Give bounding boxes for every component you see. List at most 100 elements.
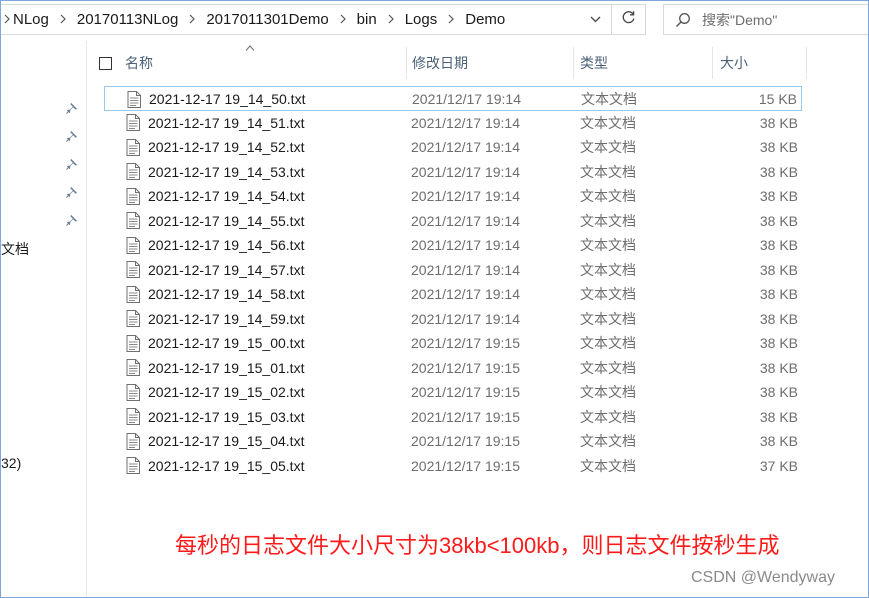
text-file-icon — [126, 454, 140, 479]
pin-icon[interactable] — [65, 157, 79, 171]
select-all-checkbox[interactable] — [99, 56, 112, 70]
breadcrumb-item[interactable]: bin — [329, 5, 377, 34]
breadcrumb-item[interactable]: 2017011301Demo — [178, 5, 329, 34]
breadcrumb-item[interactable]: NLog — [1, 5, 49, 34]
file-row[interactable]: 2021-12-17 19_15_04.txt 2021/12/17 19:15 文… — [104, 429, 802, 454]
file-row[interactable]: 2021-12-17 19_15_02.txt 2021/12/17 19:15 文… — [104, 380, 802, 405]
file-row[interactable]: 2021-12-17 19_14_50.txt 2021/12/17 19:14 文… — [104, 86, 802, 111]
file-row[interactable]: 2021-12-17 19_14_51.txt 2021/12/17 19:14 文… — [104, 111, 802, 136]
breadcrumb-label: Demo — [465, 11, 506, 28]
explorer-window: NLog 20170113NLog 2017011301Demo bin Logs Dem… — [0, 0, 869, 598]
file-date-modified: 2021/12/17 19:15 — [411, 457, 520, 474]
file-name: 2021-12-17 19_15_01.txt — [148, 359, 305, 376]
file-type: 文本文档 — [580, 114, 636, 131]
file-date-modified: 2021/12/17 19:14 — [411, 212, 520, 229]
file-row[interactable]: 2021-12-17 19_14_54.txt 2021/12/17 19:14 文… — [104, 184, 802, 209]
file-type: 文本文档 — [580, 286, 636, 303]
file-row[interactable]: 2021-12-17 19_14_58.txt 2021/12/17 19:14 文… — [104, 282, 802, 307]
file-name: 2021-12-17 19_14_55.txt — [148, 212, 305, 229]
column-header-name[interactable]: 名称 — [87, 47, 407, 79]
file-date-modified: 2021/12/17 19:14 — [411, 310, 520, 327]
text-file-icon — [126, 356, 140, 381]
file-row[interactable]: 2021-12-17 19_14_52.txt 2021/12/17 19:14 文… — [104, 135, 802, 160]
file-size: 38 KB — [759, 286, 798, 303]
file-name: 2021-12-17 19_15_02.txt — [148, 384, 305, 401]
text-file-icon — [126, 307, 140, 332]
file-row[interactable]: 2021-12-17 19_14_53.txt 2021/12/17 19:14 文… — [104, 160, 802, 185]
annotation-text: 每秒的日志文件大小尺寸为38kb<100kb，则日志文件按秒生成 — [175, 533, 780, 558]
file-row[interactable]: 2021-12-17 19_14_55.txt 2021/12/17 19:14 文… — [104, 209, 802, 234]
file-type: 文本文档 — [580, 237, 636, 254]
pin-icon[interactable] — [65, 129, 79, 143]
pin-icon[interactable] — [65, 185, 79, 199]
file-size: 38 KB — [759, 384, 798, 401]
file-size: 38 KB — [759, 310, 798, 327]
file-name: 2021-12-17 19_14_53.txt — [148, 163, 305, 180]
breadcrumb-item[interactable]: 20170113NLog — [49, 5, 178, 34]
file-type: 文本文档 — [580, 335, 636, 352]
nav-item-documents[interactable]: 文档 — [1, 239, 29, 259]
search-box[interactable] — [663, 4, 868, 35]
file-row[interactable]: 2021-12-17 19_14_56.txt 2021/12/17 19:14 文… — [104, 233, 802, 258]
chevron-right-icon[interactable] — [329, 12, 357, 27]
breadcrumb-label: NLog — [13, 11, 49, 28]
file-date-modified: 2021/12/17 19:15 — [411, 359, 520, 376]
breadcrumb-label: 20170113NLog — [76, 11, 179, 28]
file-size: 15 KB — [758, 91, 797, 108]
chevron-right-icon[interactable] — [377, 12, 405, 27]
pin-icon[interactable] — [65, 213, 79, 227]
file-type: 文本文档 — [580, 261, 636, 278]
file-name: 2021-12-17 19_14_51.txt — [148, 114, 305, 131]
navigation-pane: 文档 32) — [1, 41, 87, 597]
file-type: 文本文档 — [580, 408, 636, 425]
column-headers: 名称 修改日期 类型 大小 — [87, 47, 807, 79]
file-name: 2021-12-17 19_14_59.txt — [148, 310, 305, 327]
file-row[interactable]: 2021-12-17 19_14_59.txt 2021/12/17 19:14 文… — [104, 307, 802, 332]
breadcrumb: NLog 20170113NLog 2017011301Demo bin Logs Dem… — [1, 5, 579, 34]
text-file-icon — [126, 135, 140, 160]
file-size: 38 KB — [759, 139, 798, 156]
file-date-modified: 2021/12/17 19:15 — [411, 335, 520, 352]
file-date-modified: 2021/12/17 19:14 — [411, 188, 520, 205]
file-type: 文本文档 — [580, 139, 636, 156]
chevron-right-icon[interactable] — [437, 12, 465, 27]
file-row[interactable]: 2021-12-17 19_15_03.txt 2021/12/17 19:15 文… — [104, 405, 802, 430]
refresh-button[interactable] — [612, 4, 646, 35]
search-input[interactable] — [702, 11, 852, 28]
file-row[interactable]: 2021-12-17 19_14_57.txt 2021/12/17 19:14 文… — [104, 258, 802, 283]
file-name: 2021-12-17 19_14_52.txt — [148, 139, 305, 156]
file-row[interactable]: 2021-12-17 19_15_00.txt 2021/12/17 19:15 文… — [104, 331, 802, 356]
column-header-size[interactable]: 大小 — [713, 47, 807, 79]
column-header-size-label: 大小 — [720, 55, 748, 71]
nav-item-drive[interactable]: 32) — [1, 455, 21, 471]
refresh-icon — [621, 10, 636, 30]
chevron-right-icon[interactable] — [178, 12, 206, 27]
file-row[interactable]: 2021-12-17 19_15_01.txt 2021/12/17 19:15 文… — [104, 356, 802, 381]
column-header-type[interactable]: 类型 — [574, 47, 713, 79]
text-file-icon — [127, 87, 141, 112]
file-size: 38 KB — [759, 359, 798, 376]
file-name: 2021-12-17 19_14_50.txt — [149, 91, 306, 108]
address-bar[interactable]: NLog 20170113NLog 2017011301Demo bin Logs Dem… — [1, 4, 612, 35]
chevron-down-icon[interactable] — [579, 5, 611, 34]
file-size: 38 KB — [759, 261, 798, 278]
chevron-right-icon[interactable] — [49, 12, 77, 27]
file-date-modified: 2021/12/17 19:14 — [411, 114, 520, 131]
file-type: 文本文档 — [580, 188, 636, 205]
file-date-modified: 2021/12/17 19:14 — [411, 139, 520, 156]
text-file-icon — [126, 258, 140, 283]
file-date-modified: 2021/12/17 19:14 — [411, 237, 520, 254]
pin-icon[interactable] — [65, 101, 79, 115]
file-type: 文本文档 — [580, 212, 636, 229]
breadcrumb-item[interactable]: Logs — [377, 5, 437, 34]
text-file-icon — [126, 233, 140, 258]
file-row[interactable]: 2021-12-17 19_15_05.txt 2021/12/17 19:15 文… — [104, 454, 802, 479]
column-header-date[interactable]: 修改日期 — [407, 47, 574, 79]
search-icon — [664, 12, 702, 28]
breadcrumb-label: 2017011301Demo — [206, 11, 329, 28]
file-size: 37 KB — [759, 457, 798, 474]
file-size: 38 KB — [759, 408, 798, 425]
breadcrumb-item[interactable]: Demo — [437, 5, 505, 34]
text-file-icon — [126, 282, 140, 307]
watermark: CSDN @Wendyway — [691, 569, 835, 586]
